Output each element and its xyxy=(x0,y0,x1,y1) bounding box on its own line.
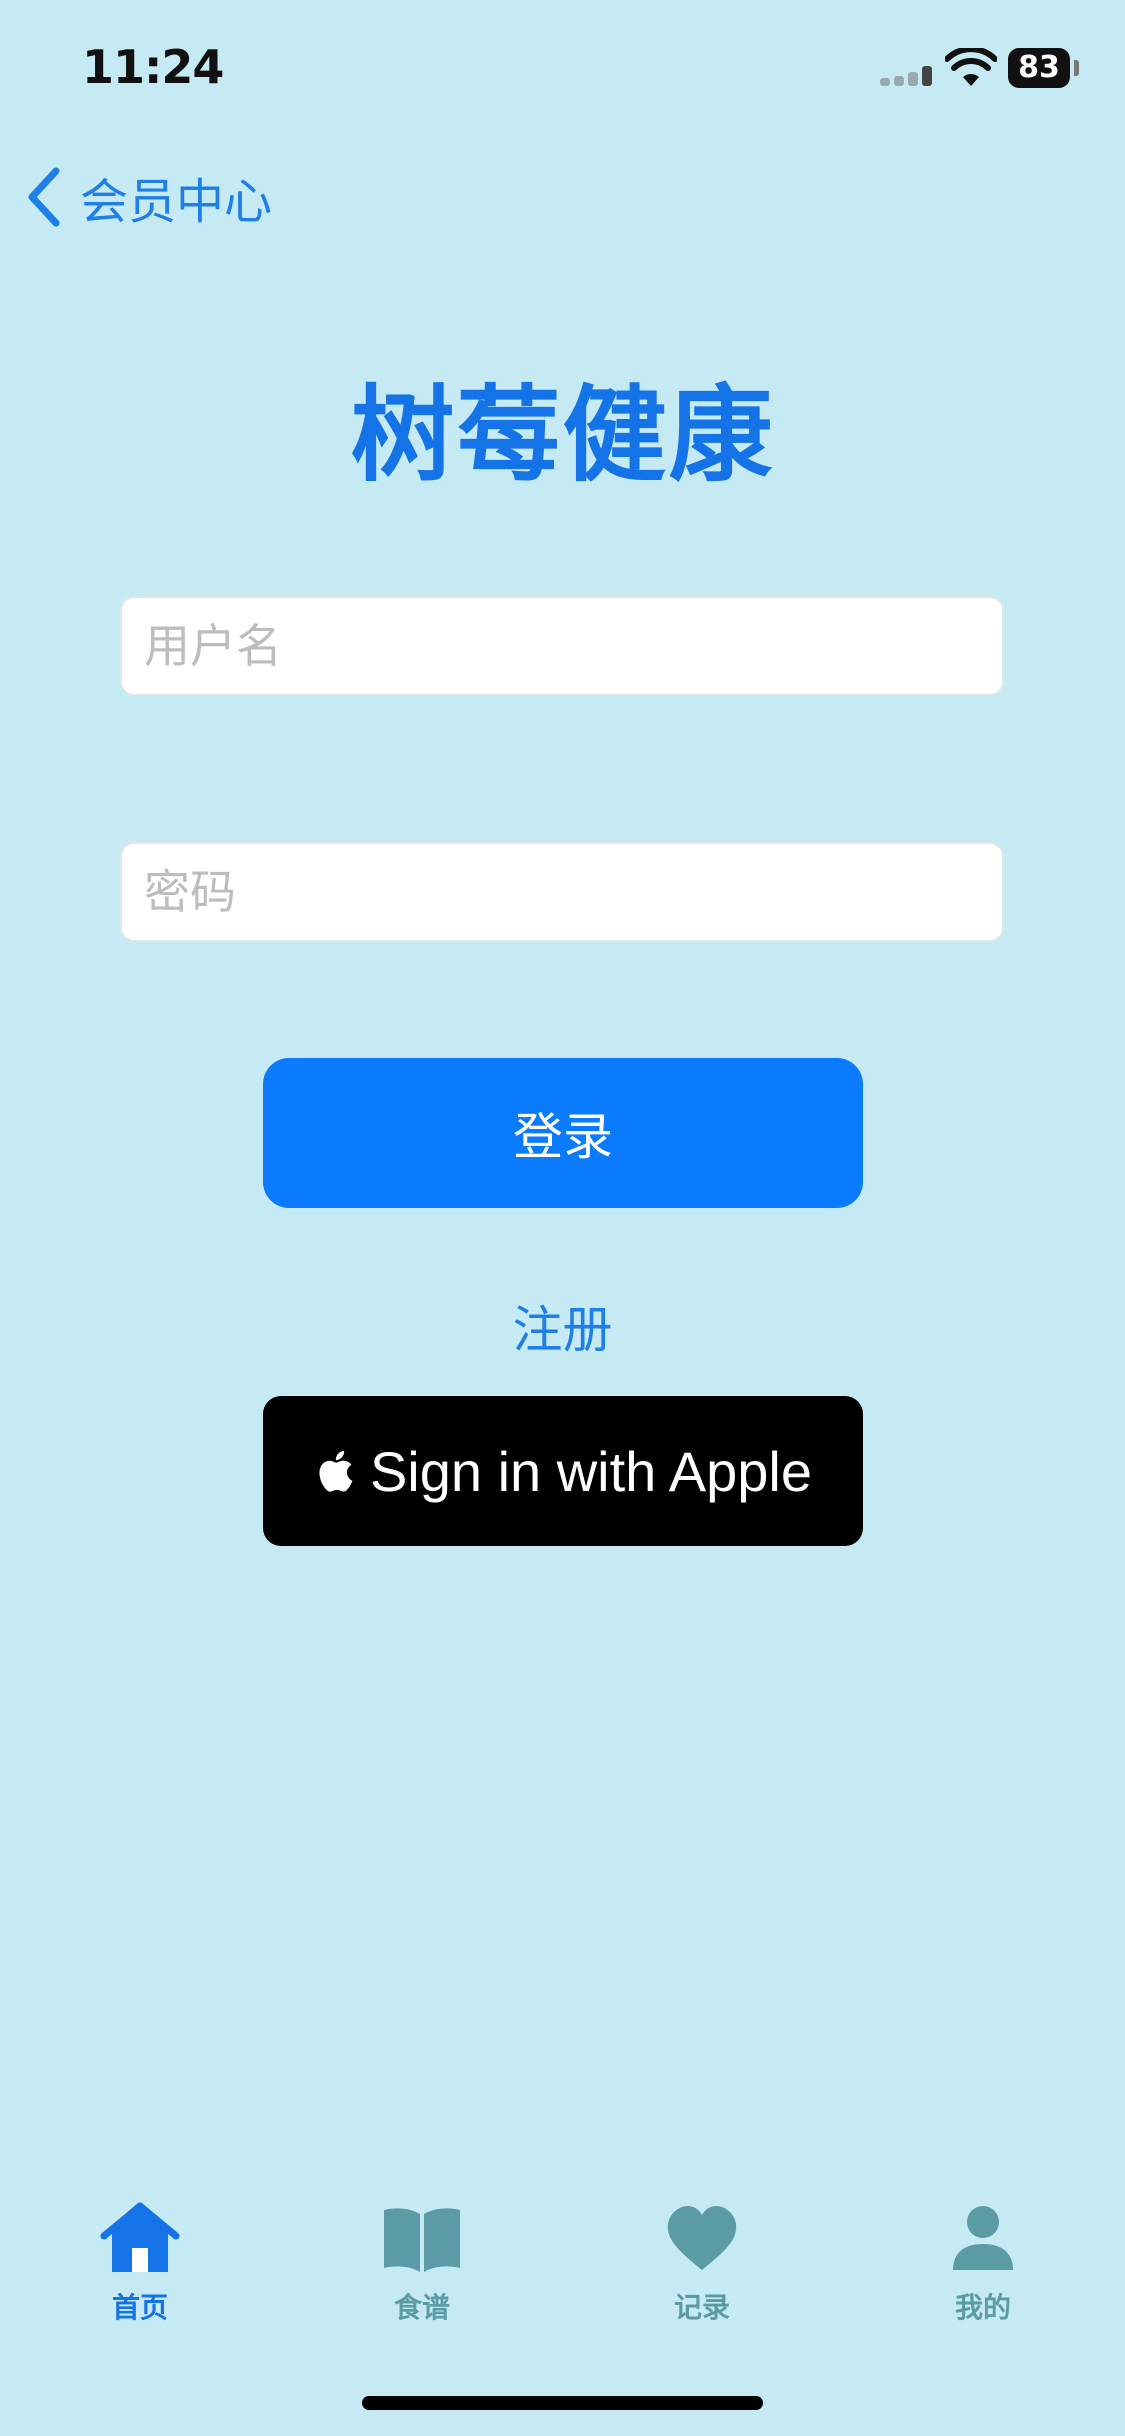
back-button[interactable]: 会员中心 xyxy=(22,162,272,232)
heart-icon xyxy=(667,2206,737,2270)
tab-mine-label: 我的 xyxy=(954,2291,1011,2324)
book-icon xyxy=(384,2208,460,2272)
back-label: 会员中心 xyxy=(80,174,273,230)
app-title: 树莓健康 xyxy=(350,374,775,496)
home-indicator xyxy=(362,2396,763,2410)
apple-button-label: Sign in with Apple xyxy=(369,1439,813,1503)
house-icon xyxy=(100,2202,180,2272)
login-label: 登录 xyxy=(513,1108,613,1166)
battery-tip xyxy=(1074,60,1079,76)
sign-in-with-apple-button[interactable]: Sign in with Apple xyxy=(263,1396,863,1546)
password-input[interactable] xyxy=(120,842,1004,942)
tab-home-label: 首页 xyxy=(111,2291,168,2324)
cellular-signal-icon xyxy=(880,66,936,86)
apple-logo-icon xyxy=(319,1450,353,1492)
tab-record-label: 记录 xyxy=(673,2291,730,2324)
tab-recipe-label: 食谱 xyxy=(393,2291,450,2324)
username-input[interactable] xyxy=(120,596,1004,696)
tab-recipe[interactable]: 食谱 xyxy=(322,2200,522,2340)
tab-mine[interactable]: 我的 xyxy=(883,2200,1083,2340)
status-time: 11:24 xyxy=(82,40,224,94)
person-icon xyxy=(953,2206,1013,2270)
register-link[interactable]: 注册 xyxy=(0,1290,1125,1362)
wifi-icon xyxy=(945,48,997,86)
tab-record[interactable]: 记录 xyxy=(602,2200,802,2340)
battery-level: 83 xyxy=(1008,48,1070,88)
login-button[interactable]: 登录 xyxy=(263,1058,863,1208)
chevron-left-icon xyxy=(28,167,60,227)
tab-home[interactable]: 首页 xyxy=(40,2200,240,2340)
